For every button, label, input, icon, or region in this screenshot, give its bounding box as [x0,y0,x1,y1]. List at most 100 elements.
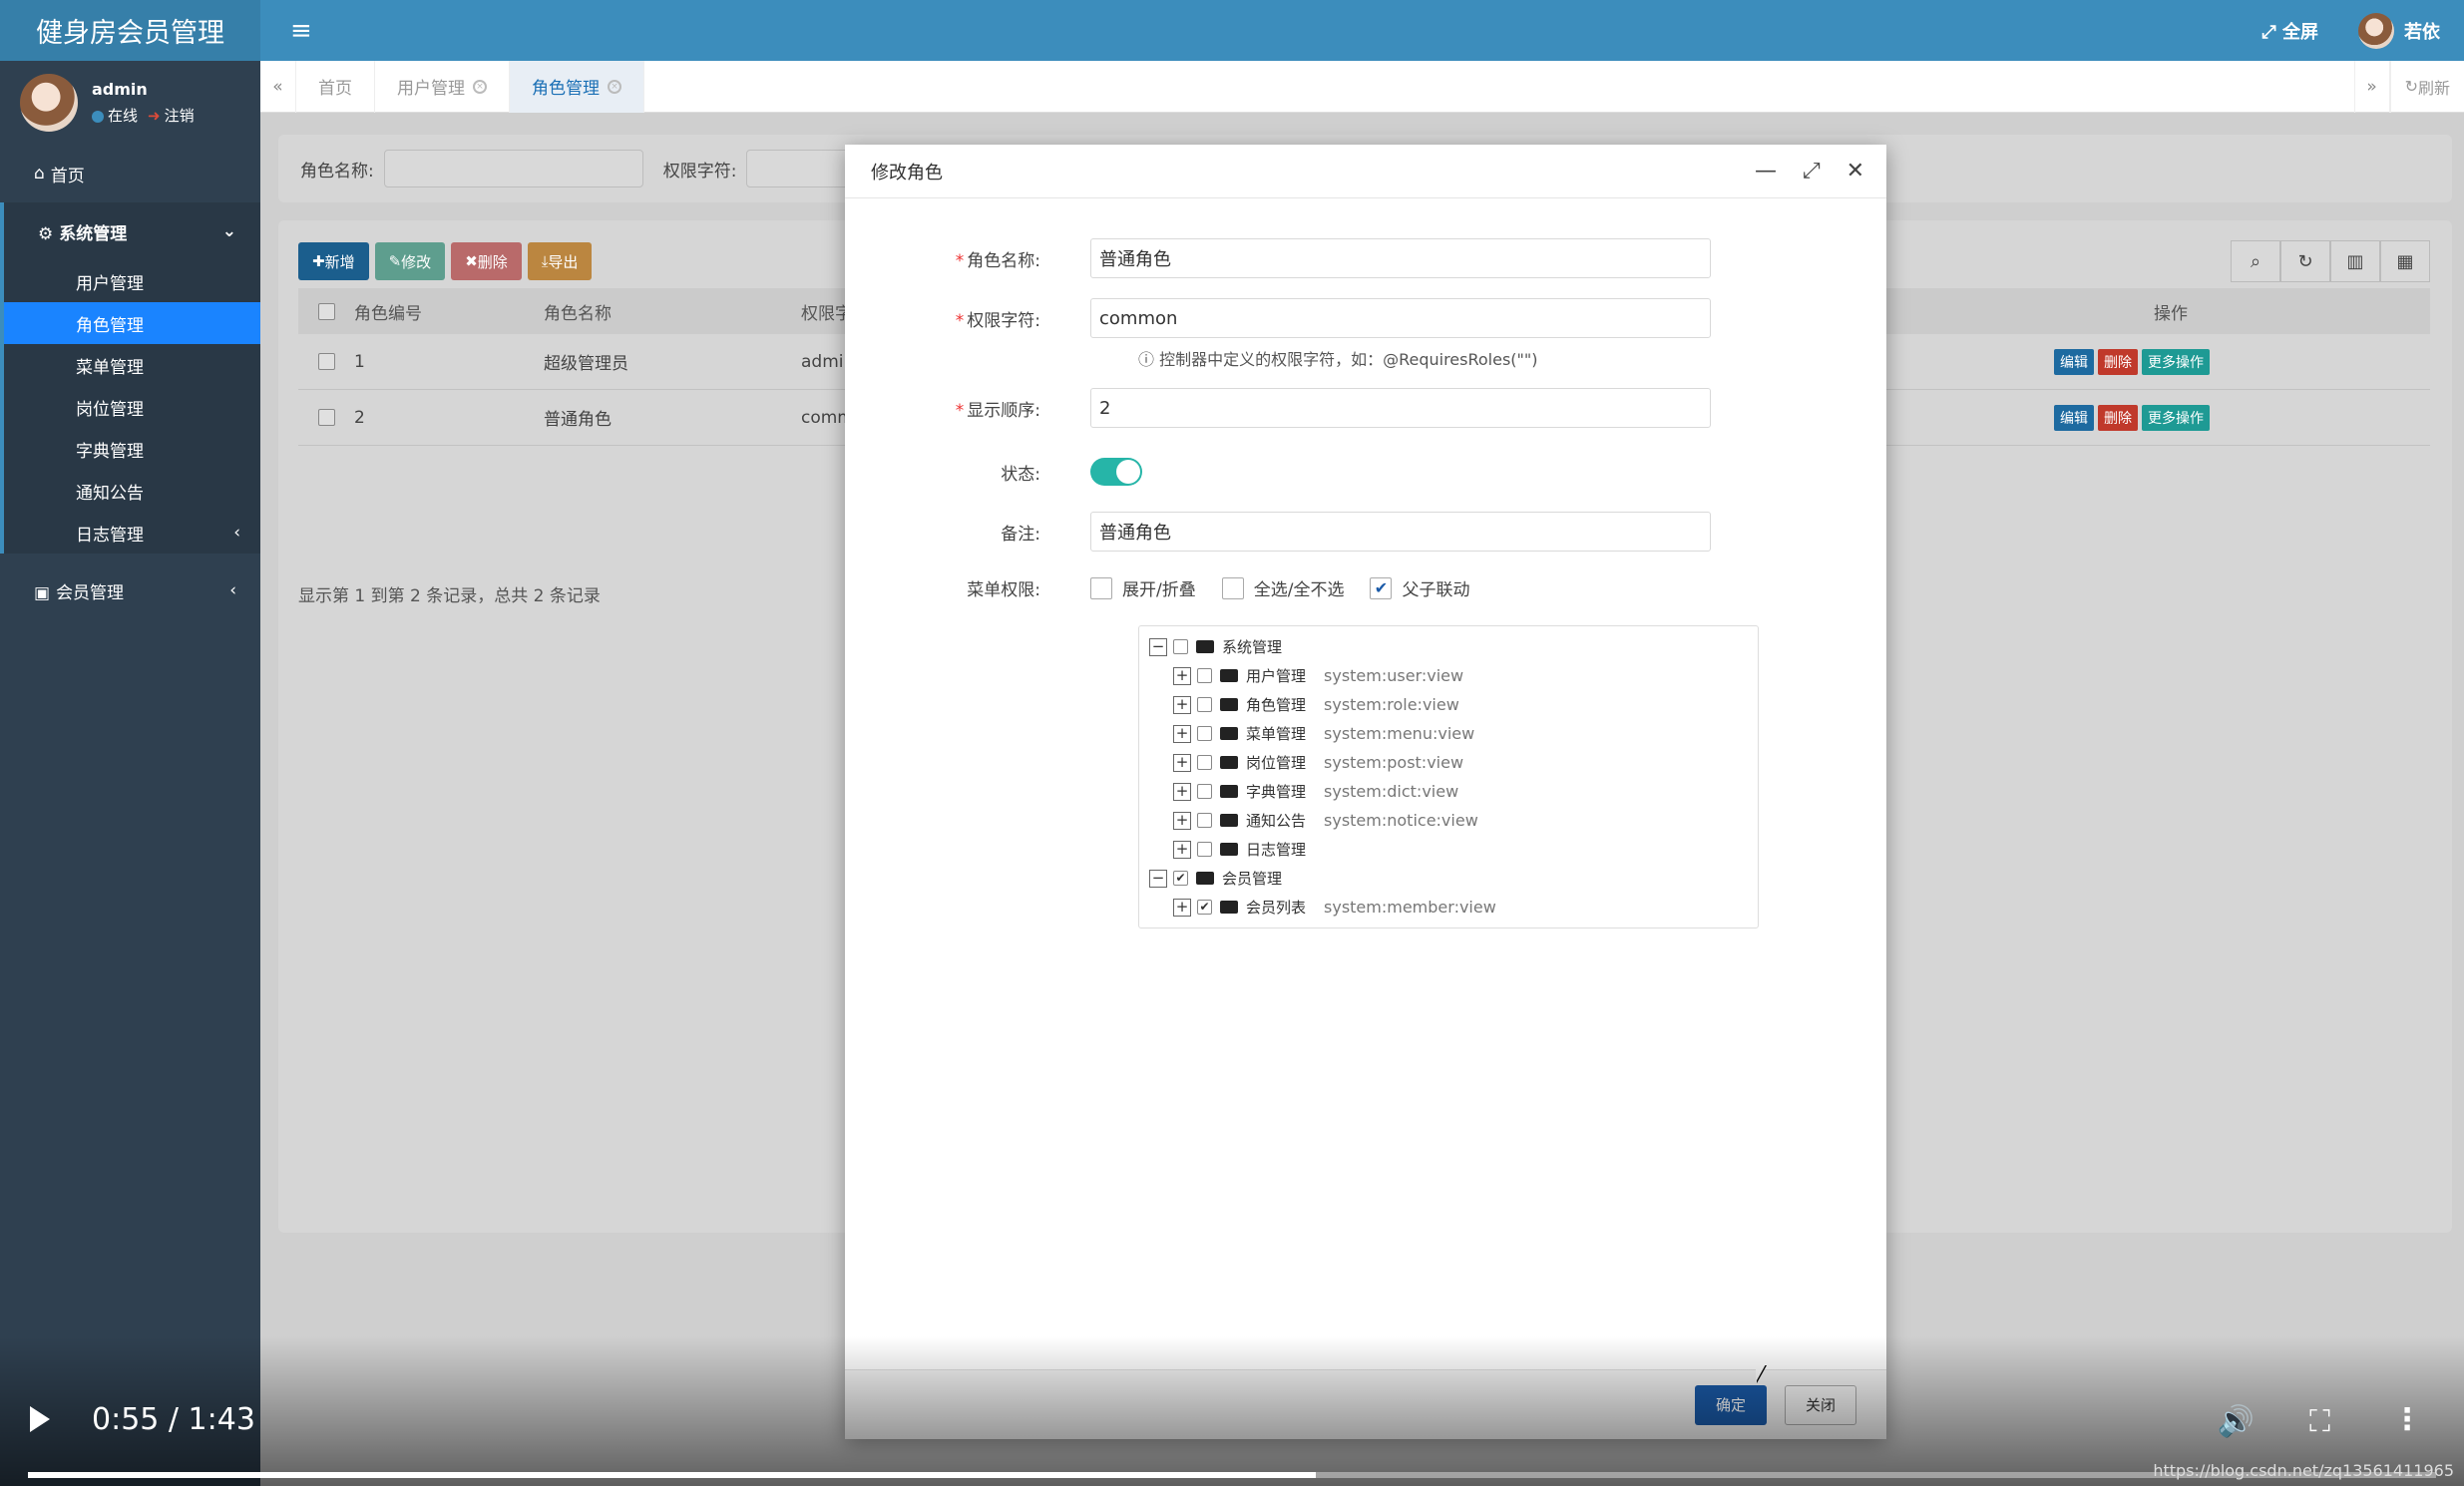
expand-icon[interactable]: + [1173,753,1191,772]
tab-roles[interactable]: 角色管理 × [510,60,644,113]
add-button[interactable]: ✚ 新增 [298,242,369,280]
tree-node[interactable]: + 用户管理 system:user:view [1139,661,1758,690]
close-icon[interactable]: × [608,79,621,94]
avatar[interactable] [20,74,78,132]
sidebar-item-logs[interactable]: 日志管理 ‹ [4,512,260,554]
maximize-icon[interactable]: ⤢ [1803,159,1821,184]
chevron-left-icon: ‹ [229,580,236,600]
row-delete-button[interactable]: 删除 [2098,404,2138,431]
tree-node[interactable]: + 字典管理 system:dict:view [1139,777,1758,806]
tree-checkbox[interactable] [1197,813,1212,828]
row-more-button[interactable]: 更多操作 [2142,404,2210,431]
th-role-name[interactable]: 角色名称 [544,299,801,324]
export-button[interactable]: ⤓ 导出 [527,242,593,280]
tree-checkbox[interactable]: ✔ [1197,900,1212,915]
delete-button[interactable]: ✖ 删除 [451,242,522,280]
fullscreen-button[interactable]: ⤢ 全屏 [2261,18,2318,44]
refresh-icon[interactable]: ↻ [2280,240,2330,282]
sidebar-item-home[interactable]: ⌂ 首页 [0,145,260,202]
tree-checkbox[interactable] [1197,755,1212,770]
row-checkbox[interactable] [317,353,335,370]
row-actions: 编辑 删除 更多操作 [2054,348,2210,375]
tree-checkbox[interactable] [1173,639,1188,654]
role-name-input[interactable]: 普通角色 [1090,238,1711,278]
remark-label: 备注: [1001,524,1040,545]
tree-checkbox[interactable] [1197,726,1212,741]
expand-icon[interactable]: + [1173,666,1191,685]
perm-input[interactable]: common [1090,298,1711,338]
select-all-option[interactable]: 全选/全不选 [1221,575,1344,600]
fullscreen-label: 全屏 [2282,21,2318,43]
sidebar-item-member[interactable]: ▣ 会员管理 ‹ [0,561,260,619]
grid-icon[interactable]: ▦ [2380,240,2430,282]
expand-icon[interactable]: + [1173,782,1191,801]
row-edit-button[interactable]: 编辑 [2054,348,2094,375]
fullscreen-icon[interactable]: ⛶ [2309,1404,2330,1439]
tree-node[interactable]: + 通知公告 system:notice:view [1139,806,1758,835]
sidebar-group-system: ⚙ 系统管理 ⌄ 用户管理 角色管理 菜单管理 岗位管理 字典管理 通知公告 日志管… [0,202,260,554]
delete-label: 删除 [477,252,508,271]
link-option[interactable]: ✔ 父子联动 [1370,575,1469,600]
tree-node[interactable]: + 菜单管理 system:menu:view [1139,719,1758,748]
row-edit-button[interactable]: 编辑 [2054,404,2094,431]
folder-open-icon [1196,640,1214,653]
tree-node[interactable]: − ✔ 会员管理 [1139,864,1758,893]
play-icon[interactable] [30,1406,50,1432]
refresh-button[interactable]: ↻ 刷新 [2389,60,2464,113]
row-checkbox[interactable] [317,409,335,426]
tree-checkbox[interactable]: ✔ [1173,871,1188,886]
edit-button[interactable]: ✎ 修改 [374,242,446,280]
collapse-icon[interactable]: − [1149,869,1167,888]
sidebar-item-users[interactable]: 用户管理 [4,260,260,302]
expand-option[interactable]: 展开/折叠 [1090,575,1196,600]
sidebar-item-roles[interactable]: 角色管理 [4,302,260,344]
tree-node[interactable]: + 日志管理 [1139,835,1758,864]
expand-icon[interactable]: + [1173,695,1191,714]
tree-node[interactable]: + 岗位管理 system:post:view [1139,748,1758,777]
tree-node[interactable]: − 系统管理 [1139,632,1758,661]
user-menu[interactable]: 若依 [2358,12,2440,49]
select-all-checkbox[interactable] [317,302,335,320]
tree-checkbox[interactable] [1197,784,1212,799]
sidebar-item-system[interactable]: ⚙ 系统管理 ⌄ [4,202,260,260]
sidebar-item-notice[interactable]: 通知公告 [4,470,260,512]
row-more-button[interactable]: 更多操作 [2142,348,2210,375]
menu-toggle-icon[interactable]: ≡ [290,16,312,46]
collapse-icon[interactable]: − [1149,637,1167,656]
expand-icon[interactable]: + [1173,898,1191,917]
th-role-id: 角色编号 [354,303,422,324]
select-all-tree-checkbox[interactable] [1221,576,1244,599]
tree-checkbox[interactable] [1197,668,1212,683]
minimize-icon[interactable]: — [1755,159,1777,184]
tree-node[interactable]: + ✔ 会员列表 system:member:view [1139,893,1758,922]
search-icon[interactable]: ⌕ [2231,240,2280,282]
more-options-icon[interactable]: ⋮ [2392,1402,2422,1437]
expand-icon[interactable]: + [1173,724,1191,743]
expand-icon[interactable]: + [1173,811,1191,830]
tree-checkbox[interactable] [1197,697,1212,712]
search-role-name-input[interactable] [383,150,643,187]
tree-checkbox[interactable] [1197,842,1212,857]
expand-checkbox[interactable] [1090,576,1112,599]
link-checkbox[interactable]: ✔ [1370,576,1393,599]
order-input[interactable]: 2 [1090,388,1711,428]
tab-scroll-right-icon[interactable]: » [2353,60,2390,113]
volume-icon[interactable]: 🔊 [2218,1404,2255,1439]
sidebar-item-dict[interactable]: 字典管理 [4,428,260,470]
user-status: 在线 ➜ 注销 [92,105,195,126]
status-toggle[interactable] [1090,458,1142,486]
tab-scroll-left-icon[interactable]: « [260,60,296,113]
video-progress[interactable] [28,1472,2436,1478]
remark-input[interactable]: 普通角色 [1090,512,1711,552]
expand-icon[interactable]: + [1173,840,1191,859]
tree-node[interactable]: + 角色管理 system:role:view [1139,690,1758,719]
sidebar-item-menus[interactable]: 菜单管理 [4,344,260,386]
row-delete-button[interactable]: 删除 [2098,348,2138,375]
tab-users[interactable]: 用户管理 × [375,60,510,113]
close-icon[interactable]: × [473,79,487,94]
tab-home[interactable]: 首页 [296,60,375,113]
sidebar-item-posts[interactable]: 岗位管理 [4,386,260,428]
close-icon[interactable]: ✕ [1847,159,1864,184]
columns-icon[interactable]: ▥ [2330,240,2380,282]
logout-link[interactable]: ➜ 注销 [148,105,195,126]
